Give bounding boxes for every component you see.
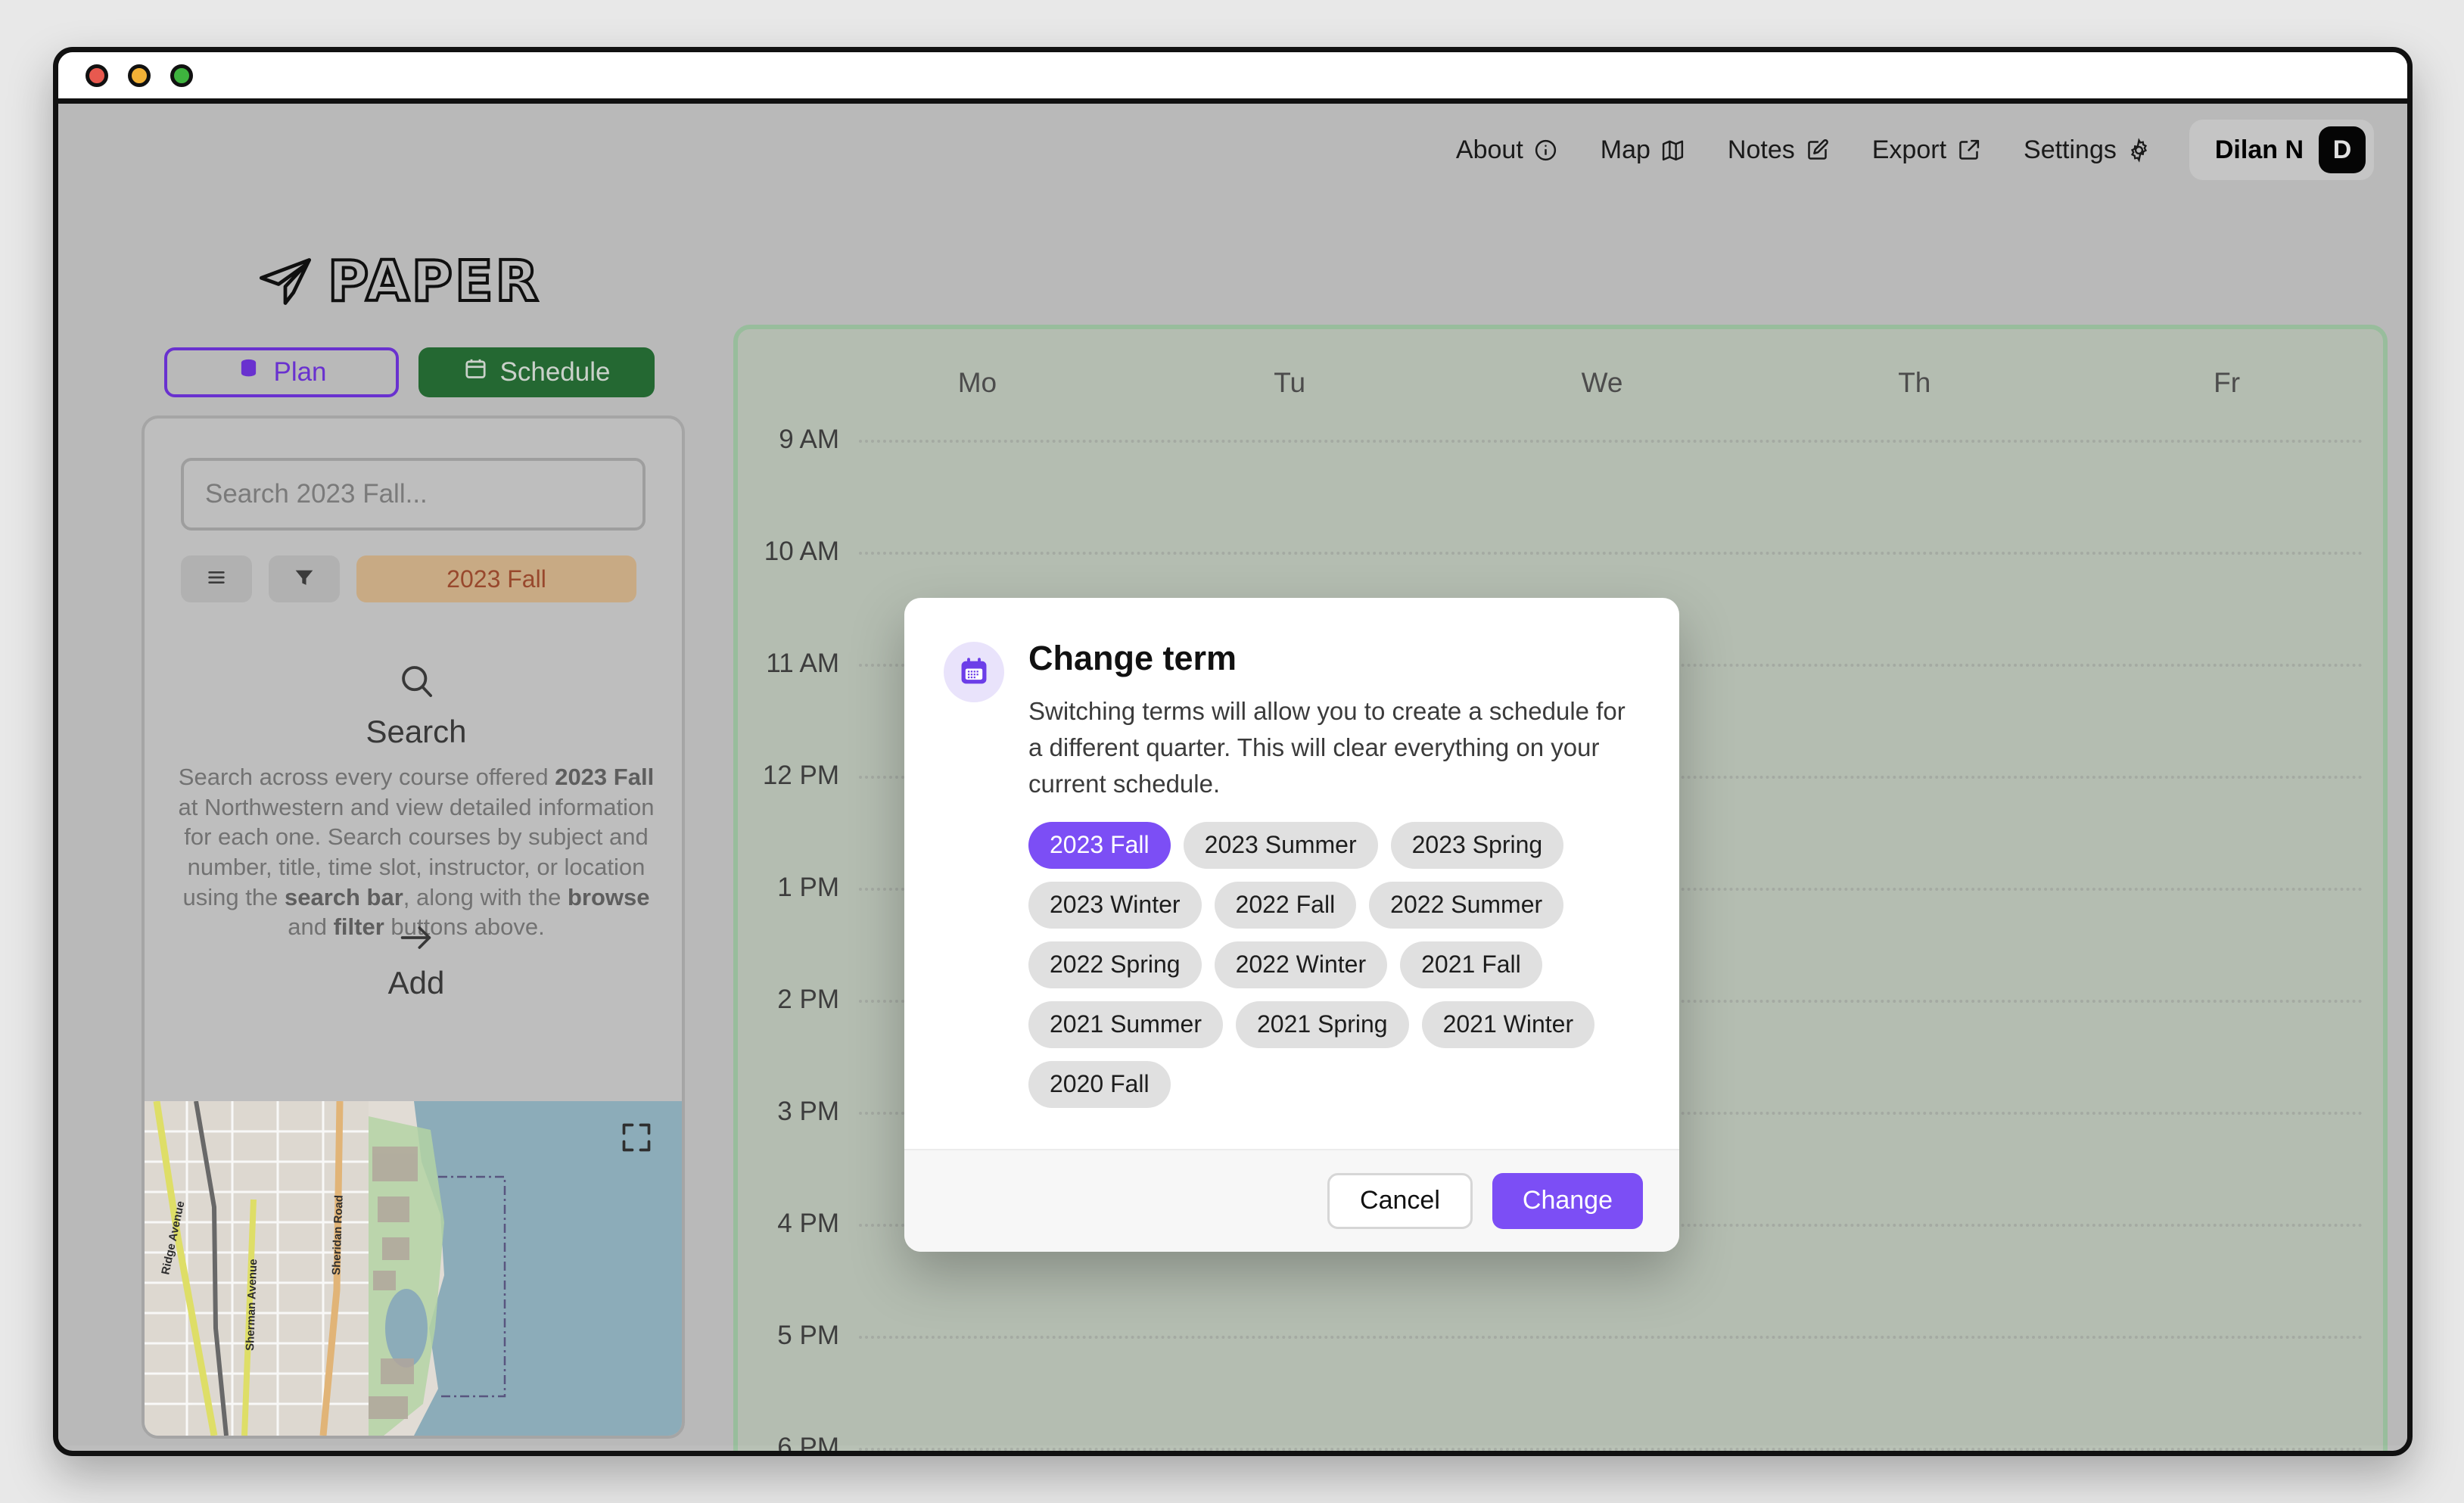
calendar-hour-line <box>859 1448 2363 1451</box>
change-button[interactable]: Change <box>1492 1172 1643 1229</box>
term-option-pill[interactable]: 2021 Spring <box>1235 1000 1409 1048</box>
dialog-body: Change term Switching terms will allow y… <box>904 598 1679 1149</box>
term-option-pill[interactable]: 2023 Spring <box>1390 821 1564 869</box>
window-zoom-button[interactable] <box>170 64 193 87</box>
term-options-list: 2023 Fall 2023 Summer 2023 Spring 2023 Wint… <box>1028 821 1637 1108</box>
term-option-pill[interactable]: 2021 Winter <box>1421 1000 1595 1048</box>
cancel-button[interactable]: Cancel <box>1327 1172 1473 1229</box>
term-option-pill[interactable]: 2021 Summer <box>1028 1000 1223 1048</box>
calendar-icon <box>944 642 1004 702</box>
term-option-pill[interactable]: 2021 Fall <box>1400 941 1542 988</box>
dialog-footer: Cancel Change <box>904 1148 1679 1252</box>
term-option-pill[interactable]: 2022 Fall <box>1214 881 1357 929</box>
dialog-title: Change term <box>1028 639 1237 677</box>
app-window: About Map Notes Export Settings Dilan N … <box>53 47 2413 1456</box>
term-option-pill[interactable]: 2023 Winter <box>1028 881 1202 929</box>
dialog-content: Change term Switching terms will allow y… <box>1028 639 1637 1108</box>
dialog-description: Switching terms will allow you to create… <box>1028 697 1626 798</box>
window-titlebar <box>58 52 2407 104</box>
term-option-pill[interactable]: 2023 Fall <box>1028 821 1171 869</box>
term-option-pill[interactable]: 2023 Summer <box>1183 821 1378 869</box>
term-option-pill[interactable]: 2022 Winter <box>1214 941 1388 988</box>
term-option-pill[interactable]: 2022 Spring <box>1028 941 1202 988</box>
change-term-dialog: Change term Switching terms will allow y… <box>904 598 1679 1252</box>
app-body: About Map Notes Export Settings Dilan N … <box>58 104 2407 1451</box>
term-option-pill[interactable]: 2020 Fall <box>1028 1060 1171 1108</box>
window-close-button[interactable] <box>86 64 108 87</box>
window-minimize-button[interactable] <box>128 64 151 87</box>
term-option-pill[interactable]: 2022 Summer <box>1369 881 1564 929</box>
